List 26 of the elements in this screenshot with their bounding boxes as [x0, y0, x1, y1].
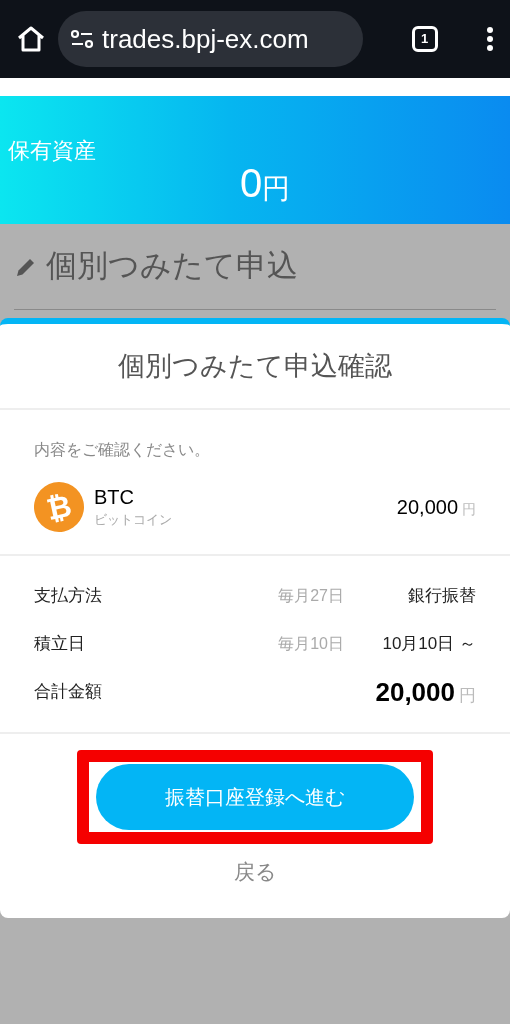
detail-label: 積立日 [34, 633, 85, 656]
home-icon[interactable] [16, 25, 46, 53]
detail-value: 銀行振替 [407, 585, 476, 608]
coin-name: ビットコイン [94, 510, 172, 529]
currency-unit: 円 [459, 685, 476, 708]
currency-unit: 円 [262, 175, 291, 203]
detail-note: 毎月27日 [277, 586, 344, 606]
menu-icon[interactable] [486, 26, 494, 52]
detail-label: 合計金額 [34, 681, 102, 704]
page-title: 個別つみたて申込 [46, 247, 298, 286]
instruction-text: 内容をご確認ください。 [34, 441, 210, 458]
detail-note: 毎月10日 [277, 634, 344, 654]
site-settings-icon[interactable] [70, 29, 94, 49]
asset-amount: 0 [239, 163, 263, 203]
address-bar[interactable]: trades.bpj-ex.com [58, 11, 363, 67]
detail-label: 支払方法 [34, 585, 102, 608]
tab-count[interactable]: 1 [411, 26, 438, 52]
total-amount: 20,000 [375, 675, 455, 709]
asset-label: 保有資産 [8, 137, 96, 165]
detail-value: 10月10日 ～ [381, 633, 476, 656]
coin-amount: 20,000 [396, 495, 458, 520]
back-link[interactable]: 戻る [233, 856, 277, 888]
coin-symbol: BTC [94, 484, 135, 510]
dialog-title: 個別つみたて申込確認 [118, 349, 392, 383]
url-text: trades.bpj-ex.com [102, 22, 309, 56]
currency-unit: 円 [462, 499, 476, 519]
